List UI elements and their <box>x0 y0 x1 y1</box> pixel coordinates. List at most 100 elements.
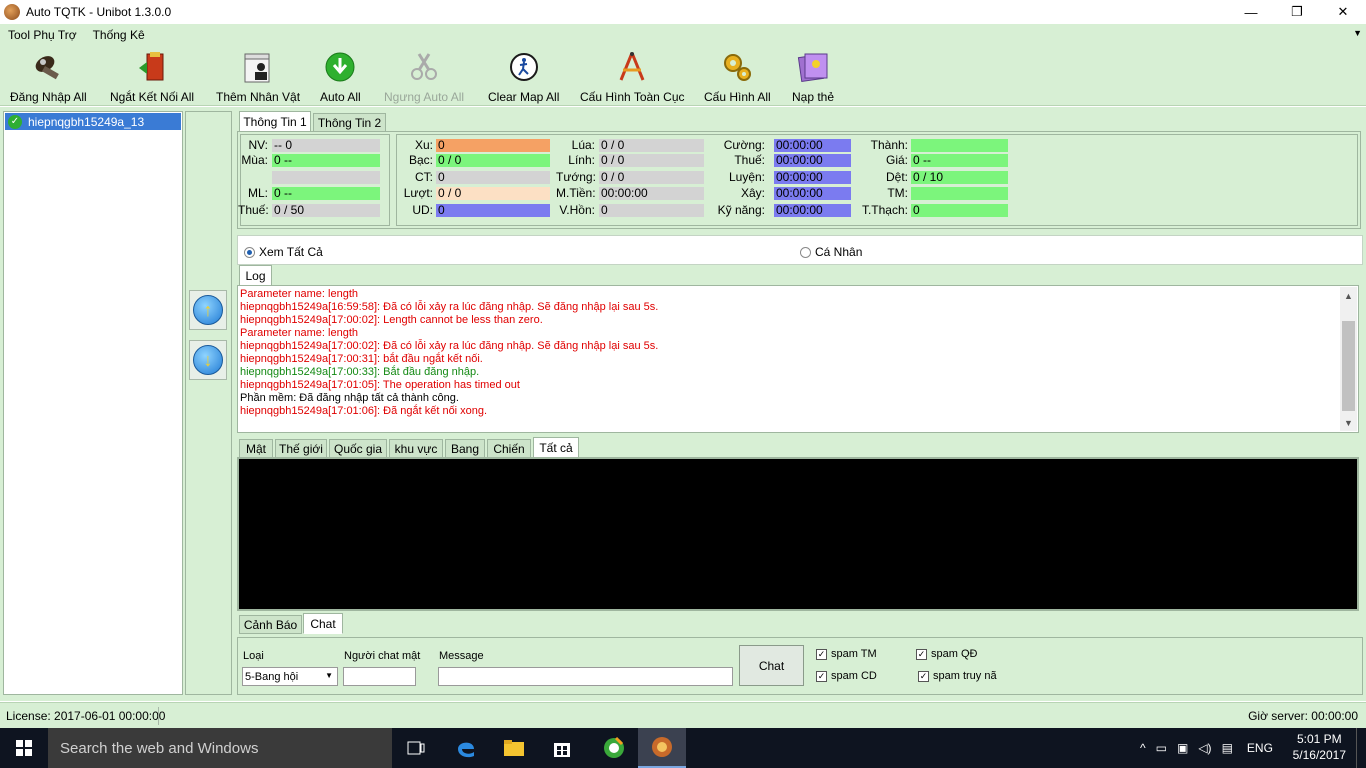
info-col1-label-2: CT: <box>415 170 433 184</box>
info-col3-label-3: Xây: <box>740 186 765 200</box>
log-scrollbar[interactable]: ▲ ▼ <box>1340 287 1357 431</box>
info-col1-label-4: UD: <box>412 203 433 217</box>
unibot-app-icon[interactable] <box>638 728 686 768</box>
menu-overflow-icon[interactable]: ▼ <box>1353 28 1362 38</box>
scroll-up-icon[interactable]: ▲ <box>1340 287 1357 304</box>
scroll-down-icon[interactable]: ▼ <box>1340 414 1357 431</box>
log-line: Phần mềm: Đã đăng nhập tất cả thành công… <box>240 392 459 404</box>
taskbar-search[interactable]: Search the web and Windows <box>48 728 392 768</box>
chat-tab-4[interactable]: Bang <box>445 439 485 458</box>
info-col3-label-4: Kỹ năng: <box>717 203 765 217</box>
info-col3-value-1: 00:00:00 <box>774 154 851 167</box>
tab-chat[interactable]: Chat <box>303 613 343 634</box>
check-icon: ✓ <box>918 670 929 682</box>
info-col2-value-1: 0 / 0 <box>599 154 704 167</box>
account-item[interactable]: ✓ hiepnqgbh15249a_13 <box>5 113 181 130</box>
view-personal-radio[interactable]: Cá Nhân <box>800 245 862 259</box>
auto-all-button[interactable]: Auto All <box>320 50 361 104</box>
arrow-down-icon: ↓ <box>193 345 223 375</box>
file-explorer-icon[interactable] <box>490 728 538 768</box>
spam-qd-checkbox[interactable]: ✓ spam QĐ <box>916 648 977 660</box>
clock-time: 5:01 PM <box>1296 732 1342 746</box>
show-desktop-button[interactable] <box>1356 728 1366 768</box>
task-view-icon[interactable] <box>392 728 440 768</box>
info-col4-label-1: Giá: <box>885 153 908 167</box>
info-left-value-4: 0 / 50 <box>272 204 380 217</box>
login-all-button[interactable]: Đăng Nhập All <box>10 50 87 104</box>
message-label: Message <box>439 650 484 662</box>
menu-tool-phu-tro[interactable]: Tool Phụ Trợ <box>0 28 85 42</box>
config-all-label: Cấu Hình All <box>704 90 771 104</box>
chat-tab-3[interactable]: khu vực <box>389 439 443 458</box>
menu-thong-ke[interactable]: Thống Kê <box>85 28 153 42</box>
card-icon <box>796 50 830 84</box>
spam-cd-label: spam CD <box>831 670 877 682</box>
store-icon[interactable] <box>538 728 586 768</box>
spam-truy-na-checkbox[interactable]: ✓ spam truy nã <box>918 670 997 682</box>
tab-thong-tin-2[interactable]: Thông Tin 2 <box>313 113 386 132</box>
info-col1-value-2: 0 <box>436 171 550 184</box>
tray-chevron-up-icon[interactable]: ^ <box>1140 741 1146 755</box>
info-col2-label-3: M.Tiền: <box>556 186 596 200</box>
window-title: Auto TQTK - Unibot 1.3.0.0 <box>26 5 172 19</box>
action-center-icon[interactable]: ▤ <box>1222 741 1233 755</box>
minimize-button[interactable]: — <box>1228 0 1274 24</box>
language-indicator[interactable]: ENG <box>1247 741 1273 755</box>
spam-tm-checkbox[interactable]: ✓ spam TM <box>816 648 877 660</box>
private-chat-input[interactable] <box>343 667 416 686</box>
chat-tab-6[interactable]: Tất cả <box>533 437 579 458</box>
spam-cd-checkbox[interactable]: ✓ spam CD <box>816 670 877 682</box>
chat-tab-0[interactable]: Mật <box>239 439 273 458</box>
chat-tab-2[interactable]: Quốc gia <box>329 439 387 458</box>
tab-thong-tin-1[interactable]: Thông Tin 1 <box>239 111 311 132</box>
log-lines: Parameter name: length hiepnqgbh15249a[16… <box>240 288 1338 418</box>
scroll-thumb[interactable] <box>1342 321 1355 411</box>
chat-tab-1[interactable]: Thế giới <box>275 439 327 458</box>
battery-icon[interactable]: ▭ <box>1156 741 1167 755</box>
info-left-value-3: 0 -- <box>272 187 380 200</box>
network-icon[interactable]: ▣ <box>1177 741 1188 755</box>
log-line: Parameter name: length <box>240 288 359 300</box>
start-button[interactable] <box>0 728 48 768</box>
clear-map-all-button[interactable]: Clear Map All <box>488 50 559 104</box>
top-up-label: Nạp thẻ <box>792 90 835 104</box>
private-chat-label: Người chat mật <box>344 650 421 662</box>
type-select[interactable]: 5-Bang hội ▼ <box>242 667 338 686</box>
disconnect-all-button[interactable]: Ngắt Kết Nối All <box>110 50 194 104</box>
move-down-button[interactable]: ↓ <box>189 340 227 380</box>
log-line: Parameter name: length <box>240 327 359 339</box>
tab-canh-bao[interactable]: Cảnh Báo <box>239 615 302 634</box>
spam-qd-label: spam QĐ <box>931 648 978 660</box>
close-button[interactable]: ✕ <box>1320 0 1366 24</box>
clock[interactable]: 5:01 PM 5/16/2017 <box>1293 731 1346 763</box>
info-left-label-0: NV: <box>248 138 268 152</box>
stop-auto-all-button[interactable]: Ngưng Auto All <box>384 50 464 104</box>
config-all-button[interactable]: Cấu Hình All <box>704 50 771 104</box>
view-personal-label: Cá Nhân <box>815 245 863 259</box>
add-character-button[interactable]: Thêm Nhân Vật <box>216 50 300 104</box>
title-bar: Auto TQTK - Unibot 1.3.0.0 — ❐ ✕ <box>0 0 1366 24</box>
view-all-radio[interactable]: Xem Tất Cả <box>244 245 323 259</box>
log-line: hiepnqgbh15249a[17:00:02]: Length cannot… <box>240 314 543 326</box>
move-up-button[interactable]: ↑ <box>189 290 227 330</box>
chat-send-button[interactable]: Chat <box>739 645 804 686</box>
check-icon: ✓ <box>816 670 827 682</box>
tab-log[interactable]: Log <box>239 265 272 286</box>
global-config-button[interactable]: Cấu Hình Toàn Cục <box>580 50 685 104</box>
status-separator <box>158 707 160 725</box>
maximize-button[interactable]: ❐ <box>1274 0 1320 24</box>
edge-browser-icon[interactable] <box>442 728 490 768</box>
top-up-button[interactable]: Nạp thẻ <box>792 50 834 104</box>
volume-icon[interactable]: ◁) <box>1198 741 1211 755</box>
clear-map-all-label: Clear Map All <box>488 90 560 104</box>
chat-tab-5[interactable]: Chiến <box>487 439 531 458</box>
info-left-value-1: 0 -- <box>272 154 380 167</box>
coccoc-browser-icon[interactable] <box>590 728 638 768</box>
info-col1-label-0: Xu: <box>414 138 433 152</box>
login-icon <box>31 50 65 84</box>
spam-tm-label: spam TM <box>831 648 877 660</box>
add-character-icon <box>241 50 275 84</box>
info-col3-label-2: Luyện: <box>728 170 765 184</box>
tray-icons: ^ ▭ ▣ ◁) ▤ ENG <box>1140 728 1273 768</box>
message-input[interactable] <box>438 667 733 686</box>
